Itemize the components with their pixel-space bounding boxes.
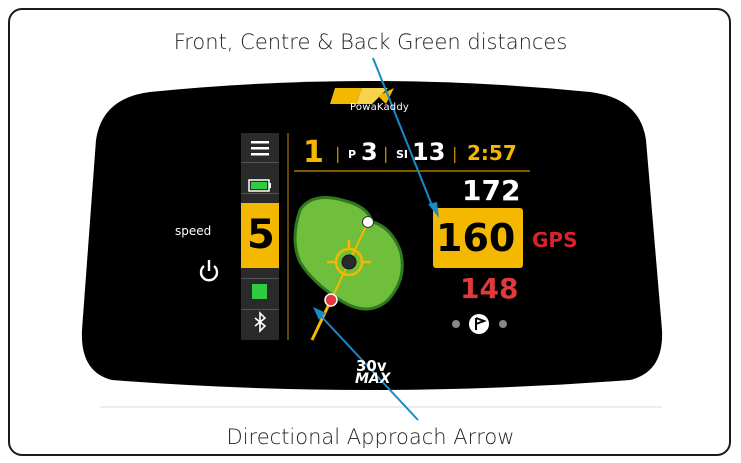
front-marker xyxy=(324,293,338,307)
front-distance: 148 xyxy=(460,272,519,305)
si-label: SI xyxy=(396,148,409,161)
brand-logo-text: PowaKaddy xyxy=(350,102,410,113)
centre-distance: 160 xyxy=(436,216,516,260)
back-marker xyxy=(362,216,374,228)
si-value: 13 xyxy=(412,138,446,166)
model-bottom: MAX xyxy=(355,371,391,387)
trolley-display xyxy=(81,57,663,421)
gps-label: GPS xyxy=(532,228,578,252)
hole-number: 1 xyxy=(303,135,324,170)
speed-value[interactable]: 5 xyxy=(247,212,275,258)
par-value: 3 xyxy=(361,138,378,166)
flag-icon[interactable] xyxy=(469,314,489,334)
centre-marker xyxy=(341,254,357,270)
speed-label: speed xyxy=(175,224,212,238)
clock-time: 2:57 xyxy=(467,141,517,165)
stop-icon[interactable] xyxy=(252,284,267,299)
par-label: P xyxy=(348,148,357,161)
back-distance: 172 xyxy=(462,174,521,207)
menu-icon[interactable] xyxy=(251,141,269,156)
